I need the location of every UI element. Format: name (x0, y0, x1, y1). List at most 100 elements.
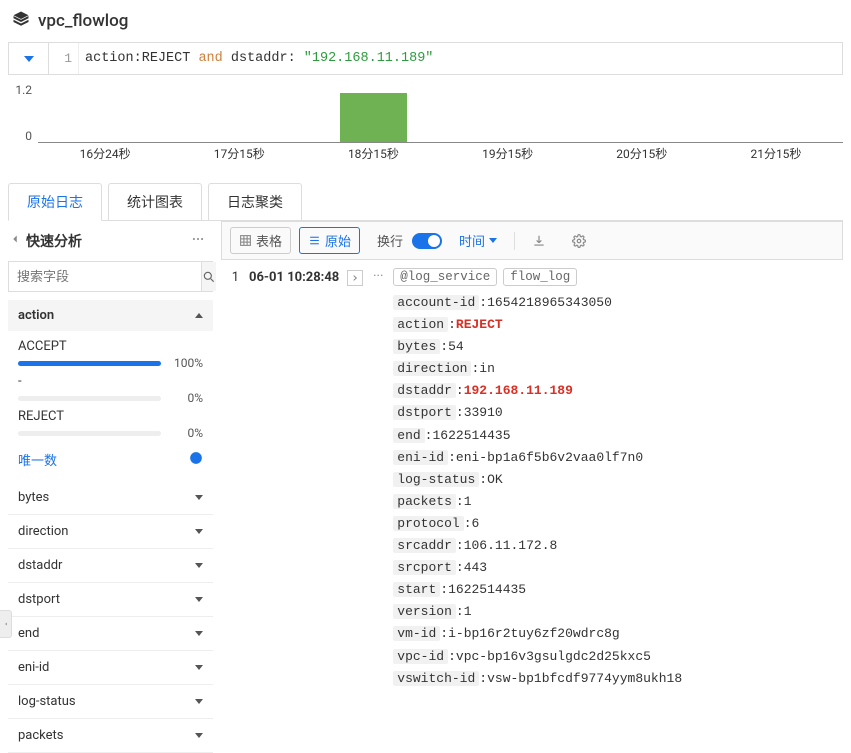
log-field-value: i-bp16r2tuy6zf20wdrc8g (448, 626, 620, 641)
log-field-value: vsw-bp1bfcdf9774yym8ukh18 (487, 671, 682, 686)
caret-down-icon (195, 665, 203, 670)
log-field-key: srcaddr (393, 538, 456, 553)
quick-analysis-panel: 快速分析 action ACCEPT100% -0% REJECT0% 唯一数 byt… (8, 221, 213, 753)
facet-unique-link[interactable]: 唯一数 (18, 450, 57, 469)
sidebar-collapse-handle[interactable] (0, 610, 12, 638)
log-source-tag[interactable]: flow_log (503, 268, 577, 286)
log-field-key: vpc-id (393, 649, 448, 664)
log-field-key: dstport (393, 405, 456, 420)
log-field-key: log-status (393, 472, 479, 487)
histogram-chart[interactable]: 1.2 0 16分24秒17分15秒18分15秒19分15秒20分15秒21分1… (8, 83, 843, 163)
log-field-row[interactable]: end:1622514435 (393, 425, 837, 447)
chart-x-tick: 20分15秒 (575, 145, 709, 163)
log-field-row[interactable]: bytes:54 (393, 336, 837, 358)
log-field-key: dstaddr (393, 383, 456, 398)
back-icon[interactable] (8, 232, 22, 250)
facet-direction-header[interactable]: direction (8, 515, 213, 549)
query-line-number: 1 (49, 43, 79, 74)
tab-raw-log[interactable]: 原始日志 (8, 183, 102, 221)
log-field-row[interactable]: action:REJECT (393, 314, 837, 336)
caret-down-icon (195, 631, 203, 636)
wrap-toggle[interactable] (412, 233, 442, 249)
facet-eni-id-header[interactable]: eni-id (8, 651, 213, 685)
facet-value-row[interactable]: ACCEPT100% (18, 339, 203, 370)
query-collapse-button[interactable] (9, 43, 49, 74)
download-button[interactable] (523, 230, 555, 252)
log-field-value: 54 (448, 339, 464, 354)
facet-end-header[interactable]: end (8, 617, 213, 651)
pie-icon[interactable] (189, 451, 203, 469)
chart-x-axis: 16分24秒17分15秒18分15秒19分15秒20分15秒21分15秒 (38, 145, 843, 163)
log-field-row[interactable]: protocol:6 (393, 513, 837, 535)
chevron-down-icon (24, 56, 34, 62)
chart-x-tick: 16分24秒 (38, 145, 172, 163)
log-more-button[interactable]: ··· (369, 268, 387, 284)
field-search-input[interactable] (9, 262, 201, 291)
log-field-value: 1654218965343050 (487, 295, 612, 310)
log-field-row[interactable]: srcaddr:106.11.172.8 (393, 535, 837, 557)
log-field-value: 106.11.172.8 (464, 538, 558, 553)
log-field-row[interactable]: log-status:OK (393, 469, 837, 491)
chart-y-axis: 1.2 0 (8, 83, 36, 143)
log-field-value: REJECT (456, 317, 503, 332)
log-field-value: in (479, 361, 495, 376)
caret-down-icon (195, 529, 203, 534)
log-field-key: version (393, 604, 456, 619)
log-field-value: 1 (464, 604, 472, 619)
log-field-key: end (393, 428, 424, 443)
log-service-tag[interactable]: @log_service (393, 268, 497, 286)
chart-x-tick: 17分15秒 (172, 145, 306, 163)
result-tabs: 原始日志 统计图表 日志聚类 (8, 183, 843, 221)
view-raw-button[interactable]: 原始 (299, 227, 360, 254)
log-field-value: 33910 (464, 405, 503, 420)
query-editor[interactable]: 1 action:REJECT and dstaddr: "192.168.11… (8, 42, 843, 75)
chart-bar[interactable] (340, 93, 407, 142)
facet-value-row[interactable]: -0% (18, 374, 203, 405)
view-table-button[interactable]: 表格 (230, 227, 291, 254)
sidebar-title: 快速分析 (26, 231, 187, 251)
facet-dstport-header[interactable]: dstport (8, 583, 213, 617)
query-text[interactable]: action:REJECT and dstaddr: "192.168.11.1… (79, 43, 842, 74)
log-field-row[interactable]: account-id:1654218965343050 (393, 292, 837, 314)
caret-down-icon (195, 495, 203, 500)
log-field-row[interactable]: vm-id:i-bp16r2tuy6zf20wdrc8g (393, 623, 837, 645)
facet-dstaddr-header[interactable]: dstaddr (8, 549, 213, 583)
more-icon[interactable] (187, 232, 209, 250)
log-field-key: vswitch-id (393, 671, 479, 686)
tab-chart[interactable]: 统计图表 (108, 183, 202, 220)
log-expand-button[interactable] (347, 270, 363, 286)
log-field-value: eni-bp1a6f5b6v2vaa0lf7n0 (456, 450, 643, 465)
facet-log-status-header[interactable]: log-status (8, 685, 213, 719)
log-field-row[interactable]: packets:1 (393, 491, 837, 513)
log-field-row[interactable]: vswitch-id:vsw-bp1bfcdf9774yym8ukh18 (393, 668, 837, 690)
field-search-button[interactable] (201, 262, 216, 291)
log-field-row[interactable]: dstaddr:192.168.11.189 (393, 380, 837, 402)
log-field-key: srcport (393, 560, 456, 575)
log-field-key: packets (393, 494, 456, 509)
log-field-row[interactable]: eni-id:eni-bp1a6f5b6v2vaa0lf7n0 (393, 447, 837, 469)
time-dropdown[interactable]: 时间 (450, 227, 506, 254)
log-row: 1 06-01 10:28:48 ··· @log_service flow_l… (221, 260, 843, 698)
log-field-row[interactable]: version:1 (393, 601, 837, 623)
facet-value-row[interactable]: REJECT0% (18, 409, 203, 440)
log-field-row[interactable]: srcport:443 (393, 557, 837, 579)
log-field-value: 1622514435 (448, 582, 526, 597)
chart-x-tick: 18分15秒 (306, 145, 440, 163)
facet-bytes-header[interactable]: bytes (8, 481, 213, 515)
log-field-row[interactable]: vpc-id:vpc-bp16v3gsulgdc2d25kxc5 (393, 646, 837, 668)
page-title: vpc_flowlog (38, 11, 128, 31)
log-field-key: start (393, 582, 440, 597)
log-field-key: protocol (393, 516, 463, 531)
facet-packets-header[interactable]: packets (8, 719, 213, 753)
log-field-row[interactable]: direction:in (393, 358, 837, 380)
chart-x-tick: 19分15秒 (441, 145, 575, 163)
caret-up-icon (195, 313, 203, 318)
log-field-value: 6 (472, 516, 480, 531)
tab-cluster[interactable]: 日志聚类 (208, 183, 302, 220)
log-field-key: direction (393, 361, 471, 376)
facet-action-header[interactable]: action (8, 300, 213, 331)
log-field-row[interactable]: start:1622514435 (393, 579, 837, 601)
chart-x-tick: 21分15秒 (709, 145, 843, 163)
settings-button[interactable] (563, 230, 595, 252)
log-field-row[interactable]: dstport:33910 (393, 402, 837, 424)
